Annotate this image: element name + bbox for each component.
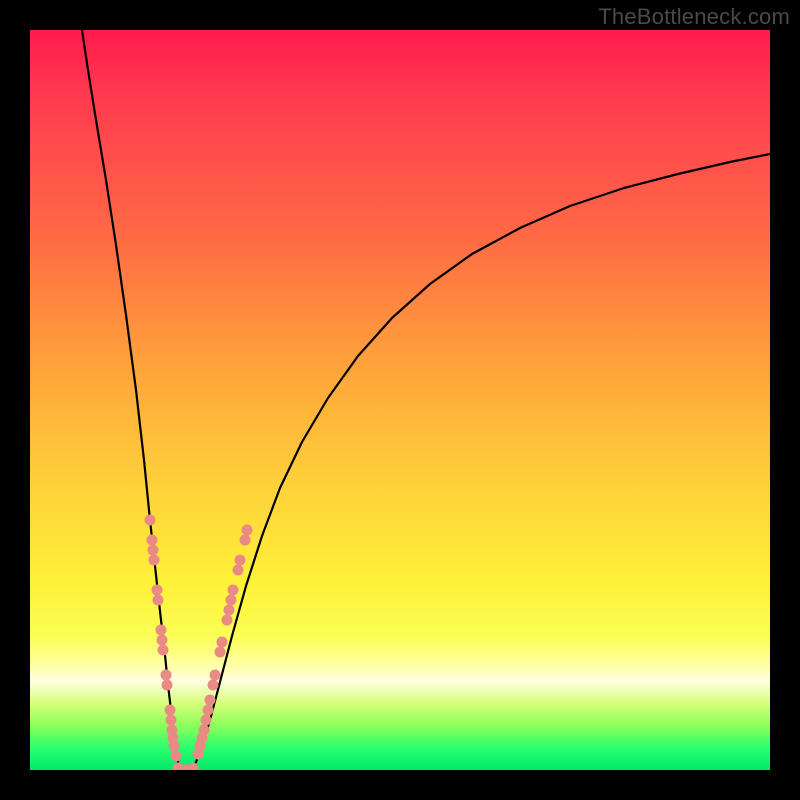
marker-dot bbox=[156, 625, 167, 636]
marker-dot bbox=[233, 565, 244, 576]
marker-dot bbox=[161, 670, 172, 681]
markers-right bbox=[193, 525, 253, 760]
watermark-text: TheBottleneck.com bbox=[598, 4, 790, 30]
marker-dot bbox=[224, 605, 235, 616]
markers-bottom bbox=[173, 763, 199, 771]
plot-area bbox=[30, 30, 770, 770]
marker-dot bbox=[171, 751, 182, 762]
marker-dot bbox=[205, 695, 216, 706]
marker-dot bbox=[149, 555, 160, 566]
marker-dot bbox=[158, 645, 169, 656]
marker-dot bbox=[147, 535, 158, 546]
marker-dot bbox=[208, 680, 219, 691]
chart-svg bbox=[30, 30, 770, 770]
marker-dot bbox=[152, 585, 163, 596]
marker-dot bbox=[153, 595, 164, 606]
marker-dot bbox=[235, 555, 246, 566]
marker-dot bbox=[169, 741, 180, 752]
marker-dot bbox=[201, 715, 212, 726]
marker-dot bbox=[222, 615, 233, 626]
marker-dot bbox=[226, 595, 237, 606]
curve-left bbox=[82, 30, 181, 770]
marker-dot bbox=[145, 515, 156, 526]
marker-dot bbox=[162, 680, 173, 691]
marker-dot bbox=[165, 705, 176, 716]
marker-dot bbox=[210, 670, 221, 681]
marker-dot bbox=[242, 525, 253, 536]
marker-dot bbox=[228, 585, 239, 596]
marker-dot bbox=[157, 635, 168, 646]
marker-dot bbox=[215, 647, 226, 658]
curve-right bbox=[192, 154, 770, 770]
marker-dot bbox=[148, 545, 159, 556]
marker-dot bbox=[188, 763, 199, 771]
marker-dot bbox=[217, 637, 228, 648]
marker-dot bbox=[199, 725, 210, 736]
marker-dot bbox=[166, 715, 177, 726]
marker-dot bbox=[240, 535, 251, 546]
markers-left bbox=[145, 515, 182, 762]
outer-frame: TheBottleneck.com bbox=[0, 0, 800, 800]
marker-dot bbox=[203, 705, 214, 716]
